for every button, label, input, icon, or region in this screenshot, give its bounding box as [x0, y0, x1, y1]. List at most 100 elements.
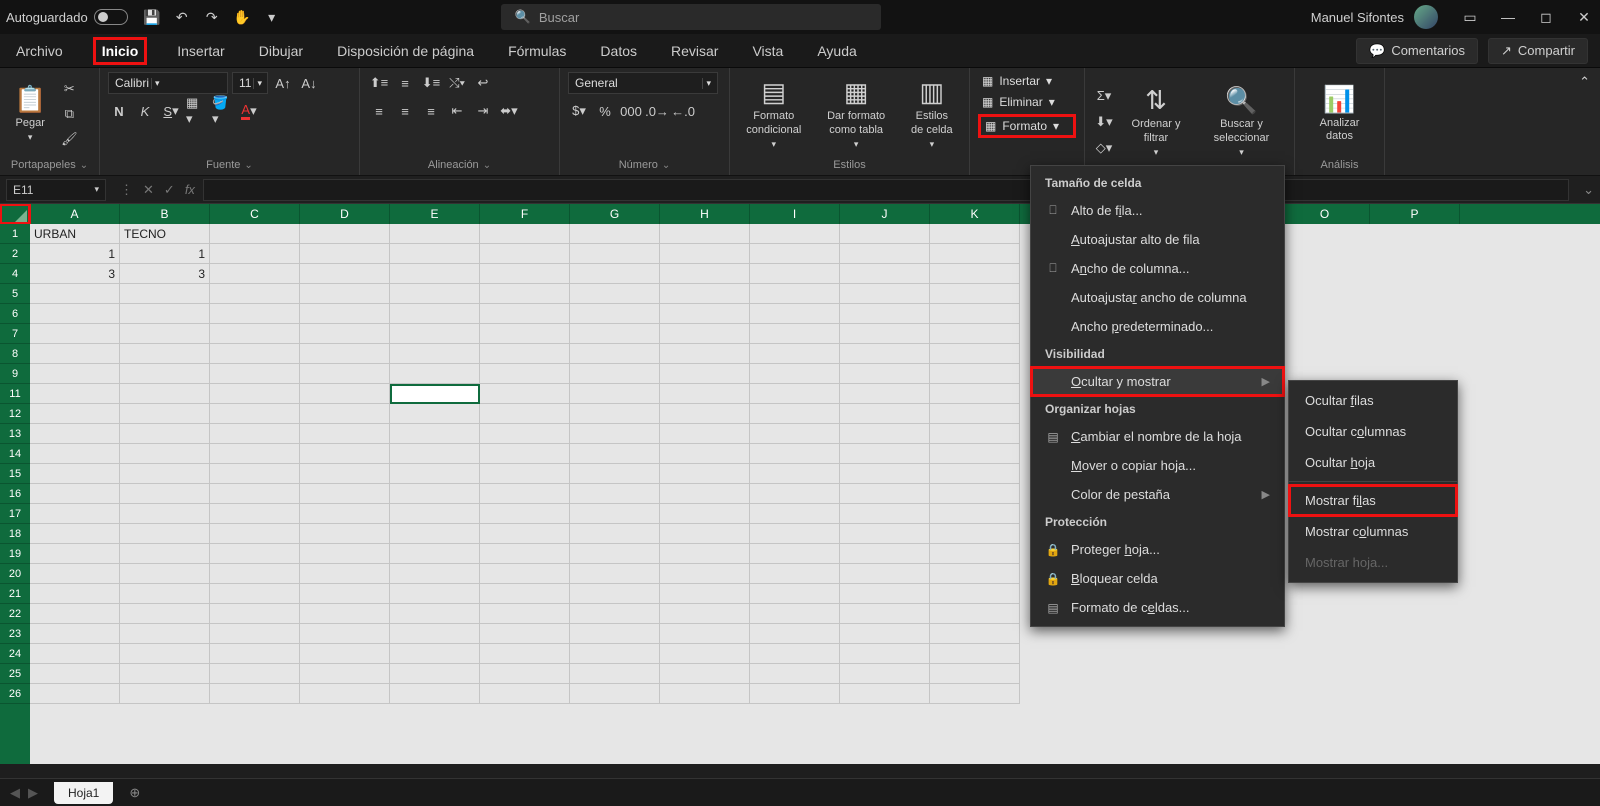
col-header[interactable]: I: [750, 204, 840, 224]
add-sheet-icon[interactable]: ⊕: [129, 785, 140, 801]
estilos-celda-button[interactable]: ▥ Estilos de celda▾: [903, 77, 961, 149]
align-middle-icon[interactable]: ≡: [394, 72, 416, 94]
row-header[interactable]: 8: [0, 344, 30, 364]
name-box[interactable]: E11▾: [6, 179, 106, 201]
decrease-font-icon[interactable]: A↓: [298, 72, 320, 94]
tab-disposicion[interactable]: Disposición de página: [333, 38, 478, 64]
menu-mover-copiar[interactable]: Mover o copiar hoja...: [1031, 451, 1284, 480]
indent-decrease-icon[interactable]: ⇤: [446, 100, 468, 122]
row-header[interactable]: 1: [0, 224, 30, 244]
ribbon-display-icon[interactable]: ▭: [1460, 9, 1480, 26]
percent-icon[interactable]: %: [594, 100, 616, 122]
menu-autoajustar-ancho[interactable]: Autoajustar ancho de columna: [1031, 283, 1284, 312]
row-header[interactable]: 23: [0, 624, 30, 644]
copy-icon[interactable]: ⧉: [58, 103, 80, 125]
accept-formula-icon[interactable]: ✓: [164, 182, 175, 198]
menu-color-pestana[interactable]: Color de pestaña▶: [1031, 480, 1284, 509]
redo-icon[interactable]: ↷: [202, 7, 222, 27]
row-header[interactable]: 19: [0, 544, 30, 564]
col-header[interactable]: P: [1370, 204, 1460, 224]
expand-formula-icon[interactable]: ⌄: [1577, 182, 1600, 198]
fx-icon[interactable]: fx: [185, 182, 195, 198]
row-header[interactable]: 24: [0, 644, 30, 664]
menu-bloquear-celda[interactable]: 🔒Bloquear celda: [1031, 564, 1284, 593]
menu-ancho-predeterminado[interactable]: Ancho predeterminado...: [1031, 312, 1284, 341]
row-header[interactable]: 2: [0, 244, 30, 264]
menu-proteger-hoja[interactable]: 🔒Proteger hoja...: [1031, 535, 1284, 564]
row-header[interactable]: 14: [0, 444, 30, 464]
cell-a2[interactable]: 1: [30, 244, 120, 264]
cell-b1[interactable]: TECNO: [120, 224, 210, 244]
row-header[interactable]: 13: [0, 424, 30, 444]
formula-more-icon[interactable]: ⋮: [120, 182, 133, 198]
col-header[interactable]: A: [30, 204, 120, 224]
bold-icon[interactable]: N: [108, 100, 130, 122]
tab-revisar[interactable]: Revisar: [667, 38, 722, 64]
tab-vista[interactable]: Vista: [748, 38, 787, 64]
close-icon[interactable]: ✕: [1574, 9, 1594, 26]
align-left-icon[interactable]: ≡: [368, 100, 390, 122]
row-header[interactable]: 5: [0, 284, 30, 304]
eliminar-cells-button[interactable]: ▦Eliminar ▾: [978, 93, 1076, 111]
submenu-ocultar-filas[interactable]: Ocultar filas: [1289, 385, 1457, 416]
clear-icon[interactable]: ◇▾: [1093, 137, 1115, 159]
tab-ayuda[interactable]: Ayuda: [813, 38, 860, 64]
align-right-icon[interactable]: ≡: [420, 100, 442, 122]
maximize-icon[interactable]: ◻: [1536, 9, 1556, 26]
ordenar-filtrar-button[interactable]: ⇅ Ordenar y filtrar▾: [1121, 85, 1191, 157]
row-header[interactable]: 20: [0, 564, 30, 584]
row-header[interactable]: 16: [0, 484, 30, 504]
col-header[interactable]: F: [480, 204, 570, 224]
col-header[interactable]: E: [390, 204, 480, 224]
row-header[interactable]: 18: [0, 524, 30, 544]
formato-tabla-button[interactable]: ▦ Dar formato como tabla▾: [816, 77, 897, 149]
format-painter-icon[interactable]: 🖌: [58, 128, 80, 150]
align-bottom-icon[interactable]: ⬇≡: [420, 72, 442, 94]
tab-formulas[interactable]: Fórmulas: [504, 38, 570, 64]
comma-icon[interactable]: 000: [620, 100, 642, 122]
analizar-datos-button[interactable]: 📊 Analizar datos: [1303, 84, 1376, 143]
font-name-combo[interactable]: Calibri▾: [108, 72, 228, 94]
row-header[interactable]: 9: [0, 364, 30, 384]
col-header[interactable]: J: [840, 204, 930, 224]
pegar-button[interactable]: 📋 Pegar ▾: [8, 84, 52, 143]
compartir-button[interactable]: ↗ Compartir: [1488, 38, 1588, 64]
menu-ocultar-mostrar[interactable]: Ocultar y mostrar▶: [1031, 367, 1284, 396]
col-header[interactable]: B: [120, 204, 210, 224]
cell-a1[interactable]: URBAN: [30, 224, 120, 244]
row-header[interactable]: 26: [0, 684, 30, 704]
touch-mode-icon[interactable]: ✋: [232, 7, 252, 27]
formula-input[interactable]: [203, 179, 1569, 201]
fill-icon[interactable]: ⬇▾: [1093, 111, 1115, 133]
comentarios-button[interactable]: 💬 Comentarios: [1356, 38, 1478, 64]
submenu-ocultar-columnas[interactable]: Ocultar columnas: [1289, 416, 1457, 447]
align-center-icon[interactable]: ≡: [394, 100, 416, 122]
menu-ancho-columna[interactable]: ⎕Ancho de columna...: [1031, 254, 1284, 283]
active-cell[interactable]: [390, 384, 480, 404]
col-header[interactable]: G: [570, 204, 660, 224]
autosave-toggle[interactable]: [94, 9, 128, 25]
tab-datos[interactable]: Datos: [596, 38, 641, 64]
tab-inicio[interactable]: Inicio: [93, 37, 148, 65]
row-header[interactable]: 22: [0, 604, 30, 624]
tab-archivo[interactable]: Archivo: [12, 38, 67, 64]
formato-cells-button[interactable]: ▦Formato ▾: [978, 114, 1076, 138]
menu-cambiar-nombre[interactable]: ▤Cambiar el nombre de la hoja: [1031, 422, 1284, 451]
row-header[interactable]: 6: [0, 304, 30, 324]
undo-icon[interactable]: ↶: [172, 7, 192, 27]
ribbon-collapse[interactable]: ⌃: [1569, 68, 1600, 175]
align-top-icon[interactable]: ⬆≡: [368, 72, 390, 94]
cell-a4[interactable]: 3: [30, 264, 120, 284]
borders-icon[interactable]: ▦ ▾: [186, 100, 208, 122]
merge-icon[interactable]: ⬌▾: [498, 100, 520, 122]
autosum-icon[interactable]: Σ▾: [1093, 85, 1115, 107]
italic-icon[interactable]: K: [134, 100, 156, 122]
sheet-prev-icon[interactable]: ◀: [10, 785, 20, 801]
currency-icon[interactable]: $▾: [568, 100, 590, 122]
submenu-mostrar-filas[interactable]: Mostrar filas: [1289, 485, 1457, 516]
indent-increase-icon[interactable]: ⇥: [472, 100, 494, 122]
underline-icon[interactable]: S ▾: [160, 100, 182, 122]
row-header[interactable]: 25: [0, 664, 30, 684]
more-icon[interactable]: ▾: [262, 7, 282, 27]
increase-decimal-icon[interactable]: .0→: [646, 100, 668, 122]
